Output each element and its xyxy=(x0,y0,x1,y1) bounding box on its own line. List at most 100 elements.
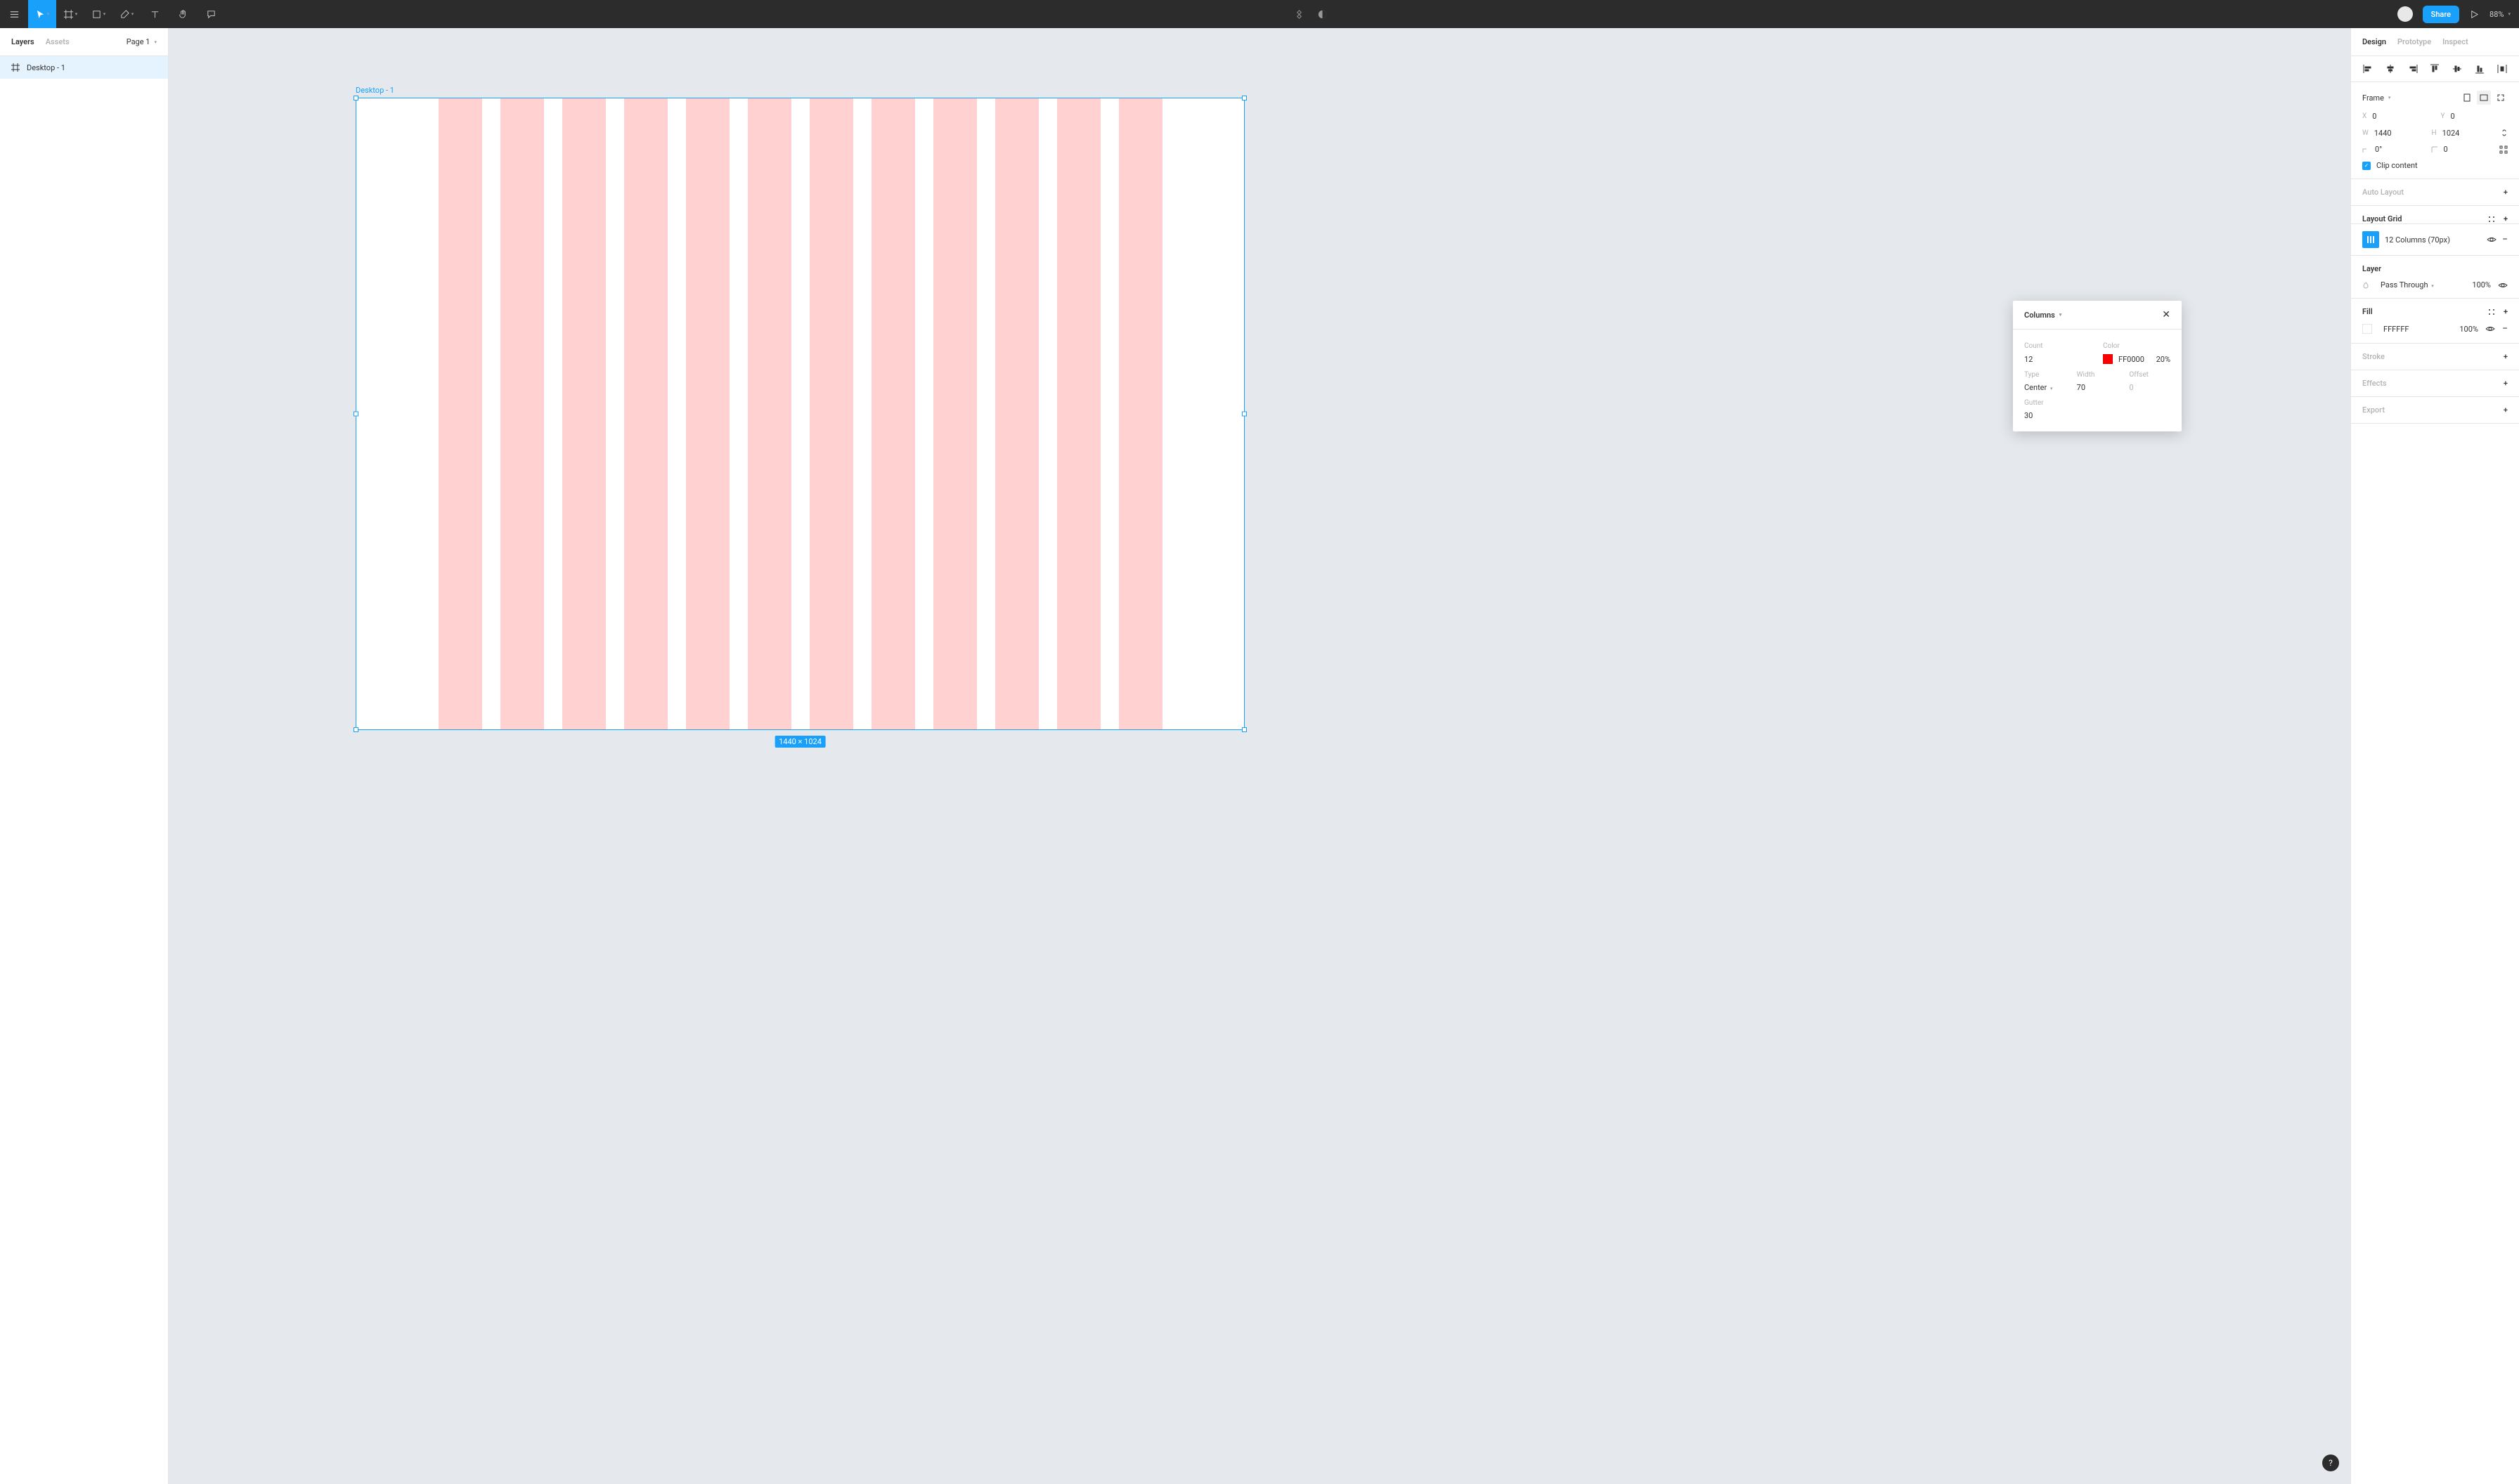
landscape-button[interactable] xyxy=(2477,91,2491,105)
count-label: Count xyxy=(2024,342,2092,350)
tab-assets[interactable]: Assets xyxy=(46,37,70,46)
color-label: Color xyxy=(2103,342,2170,350)
zoom-level[interactable]: 88%▾ xyxy=(2489,10,2511,19)
color-opacity-input[interactable]: 20% xyxy=(2156,355,2170,364)
left-panel: Layers Assets Page 1▾ Desktop - 1 xyxy=(0,28,169,1484)
tab-prototype[interactable]: Prototype xyxy=(2397,37,2431,46)
pen-tool[interactable]: ▾ xyxy=(112,0,141,28)
resize-fit-button[interactable] xyxy=(2494,91,2508,105)
h-input[interactable]: 1024 xyxy=(2442,129,2460,138)
radius-input[interactable]: 0 xyxy=(2444,145,2448,154)
mask-icon[interactable] xyxy=(1317,0,1328,28)
blend-icon xyxy=(2362,282,2369,289)
resize-handle[interactable] xyxy=(1242,412,1247,417)
present-button[interactable] xyxy=(2469,0,2480,28)
align-left-icon[interactable] xyxy=(2362,63,2374,74)
color-hex-input[interactable]: FF0000 xyxy=(2118,355,2144,364)
frame[interactable]: 1440 × 1024 xyxy=(356,98,1245,730)
grid-item-label[interactable]: 12 Columns (70px) xyxy=(2385,235,2481,245)
count-input[interactable]: 12 xyxy=(2024,355,2092,364)
size-badge: 1440 × 1024 xyxy=(775,736,826,748)
gutter-input[interactable]: 30 xyxy=(2024,411,2066,420)
fill-swatch[interactable] xyxy=(2362,324,2372,334)
x-input[interactable]: 0 xyxy=(2372,112,2376,121)
gutter-label: Gutter xyxy=(2024,399,2170,407)
frame-preset-dropdown[interactable]: Frame▾ xyxy=(2362,93,2390,103)
effects-title: Effects xyxy=(2362,379,2387,388)
layer-label: Desktop - 1 xyxy=(27,63,65,72)
align-bottom-icon[interactable] xyxy=(2474,63,2485,74)
clip-content-label: Clip content xyxy=(2376,161,2418,170)
radius-icon xyxy=(2431,146,2438,153)
minus-icon[interactable]: − xyxy=(2502,323,2508,334)
w-input[interactable]: 1440 xyxy=(2374,129,2392,138)
export-title: Export xyxy=(2362,405,2385,415)
align-hcenter-icon[interactable] xyxy=(2385,63,2396,74)
plus-icon[interactable]: + xyxy=(2504,188,2508,197)
menu-button[interactable] xyxy=(0,0,28,28)
columns-icon[interactable] xyxy=(2362,231,2379,248)
avatar[interactable] xyxy=(2397,6,2413,22)
plus-icon[interactable]: + xyxy=(2504,307,2508,316)
resize-handle[interactable] xyxy=(1242,727,1247,732)
resize-handle[interactable] xyxy=(354,727,358,732)
tab-design[interactable]: Design xyxy=(2362,37,2386,46)
plus-icon[interactable]: + xyxy=(2504,379,2508,388)
blend-mode-dropdown[interactable]: Pass Through ▾ xyxy=(2381,280,2434,289)
align-vcenter-icon[interactable] xyxy=(2452,63,2463,74)
canvas[interactable]: Desktop - 1 1440 × 1024 Columns▾ ✕ Count… xyxy=(169,28,2350,1484)
frame-label[interactable]: Desktop - 1 xyxy=(356,86,394,95)
corner-expand-icon[interactable] xyxy=(2499,145,2508,154)
width-input[interactable]: 70 xyxy=(2077,383,2118,392)
close-icon[interactable]: ✕ xyxy=(2162,309,2170,320)
page-selector[interactable]: Page 1▾ xyxy=(127,37,157,46)
clip-content-checkbox[interactable]: ✓ xyxy=(2362,162,2371,170)
layout-grid-columns xyxy=(439,98,1163,729)
components-icon[interactable] xyxy=(1294,0,1304,28)
text-tool[interactable] xyxy=(141,0,169,28)
fill-opacity-input[interactable]: 100% xyxy=(2459,325,2478,334)
frame-tool[interactable]: ▾ xyxy=(56,0,84,28)
width-label: Width xyxy=(2077,371,2118,379)
hand-tool[interactable] xyxy=(169,0,197,28)
plus-icon[interactable]: + xyxy=(2504,214,2508,223)
grid-styles-icon[interactable] xyxy=(2488,216,2495,223)
link-icon[interactable] xyxy=(2501,128,2508,138)
layoutgrid-title: Layout Grid xyxy=(2362,214,2402,223)
rotation-icon xyxy=(2362,146,2369,153)
align-right-icon[interactable] xyxy=(2407,63,2418,74)
offset-input: 0 xyxy=(2129,383,2170,392)
offset-label: Offset xyxy=(2129,371,2170,379)
type-input[interactable]: Center ▾ xyxy=(2024,383,2066,392)
resize-handle[interactable] xyxy=(354,96,358,100)
fill-hex-input[interactable]: FFFFFF xyxy=(2383,325,2409,334)
help-button[interactable]: ? xyxy=(2322,1454,2339,1471)
opacity-input[interactable]: 100% xyxy=(2472,280,2491,289)
popup-title[interactable]: Columns▾ xyxy=(2024,311,2061,320)
share-button[interactable]: Share xyxy=(2423,6,2459,23)
eye-icon[interactable] xyxy=(2487,236,2497,243)
distribute-icon[interactable] xyxy=(2497,63,2508,74)
resize-handle[interactable] xyxy=(354,412,358,417)
y-input[interactable]: 0 xyxy=(2451,112,2455,121)
rotation-input[interactable]: 0° xyxy=(2375,145,2382,154)
tab-inspect[interactable]: Inspect xyxy=(2442,37,2468,46)
resize-handle[interactable] xyxy=(1242,96,1247,100)
eye-icon[interactable] xyxy=(2498,282,2508,289)
minus-icon[interactable]: − xyxy=(2502,234,2508,245)
align-top-icon[interactable] xyxy=(2429,63,2440,74)
portrait-button[interactable] xyxy=(2460,91,2474,105)
comment-tool[interactable] xyxy=(197,0,225,28)
move-tool[interactable]: ▾ xyxy=(28,0,56,28)
layer-item[interactable]: Desktop - 1 xyxy=(0,56,168,79)
fill-title: Fill xyxy=(2362,307,2373,316)
columns-popup: Columns▾ ✕ Count Color 12 FF0000 20% xyxy=(2013,301,2182,431)
autolayout-title: Auto Layout xyxy=(2362,188,2404,197)
fill-styles-icon[interactable] xyxy=(2488,308,2495,315)
tab-layers[interactable]: Layers xyxy=(11,37,34,46)
eye-icon[interactable] xyxy=(2485,325,2495,332)
plus-icon[interactable]: + xyxy=(2504,405,2508,415)
color-swatch[interactable] xyxy=(2103,354,2113,364)
plus-icon[interactable]: + xyxy=(2504,352,2508,361)
shape-tool[interactable]: ▾ xyxy=(84,0,112,28)
